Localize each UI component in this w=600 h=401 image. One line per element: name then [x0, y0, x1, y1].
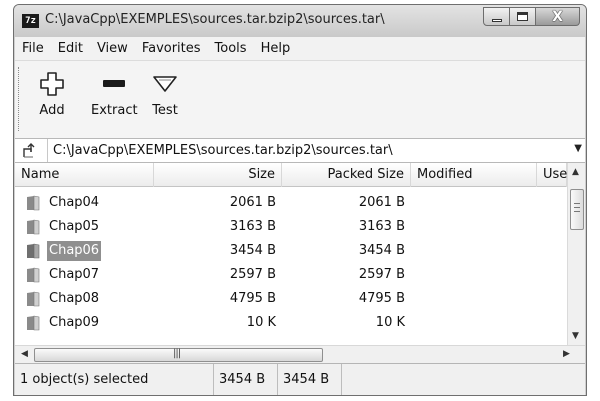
file-name: Chap07 [49, 267, 100, 282]
column-header-packed-size[interactable]: Packed Size [282, 163, 411, 187]
address-dropdown-icon[interactable]: ▼ [574, 143, 582, 154]
title-bar[interactable]: 7z C:\JavaCpp\EXEMPLES\sources.tar.bzip2… [14, 5, 586, 37]
file-packed-size: 4795 B [358, 291, 405, 306]
table-row[interactable]: Chap08 4795 B 4795 B [15, 287, 567, 311]
maximize-button[interactable] [510, 7, 536, 26]
table-row[interactable]: Chap05 3163 B 3163 B [15, 215, 567, 239]
scroll-left-icon[interactable]: ◀ [21, 349, 28, 359]
status-size: 3454 B [214, 364, 278, 395]
folder-icon [27, 195, 40, 211]
file-name: Chap06 [47, 241, 102, 261]
minus-icon [103, 80, 126, 87]
vertical-scroll-thumb[interactable] [570, 189, 584, 230]
menu-bar: File Edit View Favorites Tools Help [15, 37, 585, 60]
test-button[interactable]: Test [152, 71, 178, 118]
window-title: C:\JavaCpp\EXEMPLES\sources.tar.bzip2\so… [45, 12, 385, 27]
vertical-scrollbar[interactable]: ▲ ▼ [567, 163, 585, 345]
table-row[interactable]: Chap09 10 K 10 K [15, 311, 567, 335]
file-name: Chap09 [49, 315, 100, 330]
menu-file[interactable]: File [15, 37, 51, 60]
folder-icon [27, 315, 40, 331]
menu-view[interactable]: View [90, 37, 135, 60]
list-rows: Chap04 2061 B 2061 B Chap05 3163 B 3163 … [15, 191, 567, 335]
scroll-up-icon[interactable]: ▲ [572, 167, 579, 177]
file-size: 2061 B [229, 195, 276, 210]
minimize-button[interactable] [483, 7, 510, 26]
file-size: 3454 B [229, 243, 276, 258]
toolbar-grip[interactable] [18, 67, 20, 131]
file-packed-size: 2061 B [358, 195, 405, 210]
table-row[interactable]: Chap04 2061 B 2061 B [15, 191, 567, 215]
folder-icon [27, 219, 40, 235]
menu-tools[interactable]: Tools [208, 37, 254, 60]
extract-button[interactable]: Extract [91, 71, 138, 118]
file-name: Chap04 [49, 195, 100, 210]
table-row[interactable]: Chap07 2597 B 2597 B [15, 263, 567, 287]
minimize-icon [492, 19, 502, 22]
folder-icon [27, 267, 40, 283]
window-controls: X [483, 7, 580, 27]
menu-edit[interactable]: Edit [51, 37, 90, 60]
column-header-name[interactable]: Name [15, 163, 154, 187]
status-bar: 1 object(s) selected 3454 B 3454 B [15, 363, 585, 395]
maximize-icon [517, 12, 528, 21]
file-packed-size: 3163 B [358, 219, 405, 234]
column-header-modified[interactable]: Modified [411, 163, 537, 187]
extract-label: Extract [91, 103, 138, 118]
file-name: Chap05 [49, 219, 100, 234]
file-packed-size: 10 K [375, 315, 405, 330]
test-label: Test [152, 103, 178, 118]
column-header-size[interactable]: Size [154, 163, 282, 187]
app-window: 7z C:\JavaCpp\EXEMPLES\sources.tar.bzip2… [13, 4, 587, 396]
scroll-down-icon[interactable]: ▼ [572, 331, 579, 341]
toolbar: Add Extract Test [15, 60, 585, 138]
status-packed-size: 3454 B [278, 364, 342, 395]
address-input[interactable] [47, 139, 567, 162]
horizontal-scroll-thumb[interactable]: ||| [34, 348, 323, 362]
horizontal-scrollbar[interactable]: ◀ ||| ▶ [15, 345, 585, 363]
file-list: Name Size Packed Size Modified User Chap… [15, 163, 585, 345]
menu-help[interactable]: Help [254, 37, 298, 60]
file-size: 2597 B [229, 267, 276, 282]
file-packed-size: 3454 B [358, 243, 405, 258]
list-header: Name Size Packed Size Modified User [15, 163, 573, 187]
scroll-right-icon[interactable]: ▶ [563, 349, 570, 359]
add-button[interactable]: Add [39, 71, 65, 118]
file-size: 3163 B [229, 219, 276, 234]
file-name: Chap08 [49, 291, 100, 306]
file-size: 10 K [246, 315, 276, 330]
folder-up-icon[interactable] [21, 143, 37, 159]
menu-favorites[interactable]: Favorites [135, 37, 208, 60]
folder-icon [27, 291, 40, 307]
status-selection: 1 object(s) selected [15, 364, 214, 395]
address-bar: ▼ [15, 138, 585, 163]
close-icon: X [552, 9, 563, 25]
close-button[interactable]: X [536, 7, 580, 26]
plus-icon [40, 72, 64, 96]
add-label: Add [39, 103, 65, 118]
file-size: 4795 B [229, 291, 276, 306]
grip-icon: ||| [173, 348, 181, 359]
app-icon[interactable]: 7z [22, 14, 39, 28]
check-icon [153, 76, 177, 92]
grip-icon [574, 203, 580, 212]
table-row-selected[interactable]: Chap06 3454 B 3454 B [15, 239, 567, 263]
folder-icon [27, 243, 40, 259]
column-header-user[interactable]: User [537, 163, 573, 187]
file-packed-size: 2597 B [358, 267, 405, 282]
